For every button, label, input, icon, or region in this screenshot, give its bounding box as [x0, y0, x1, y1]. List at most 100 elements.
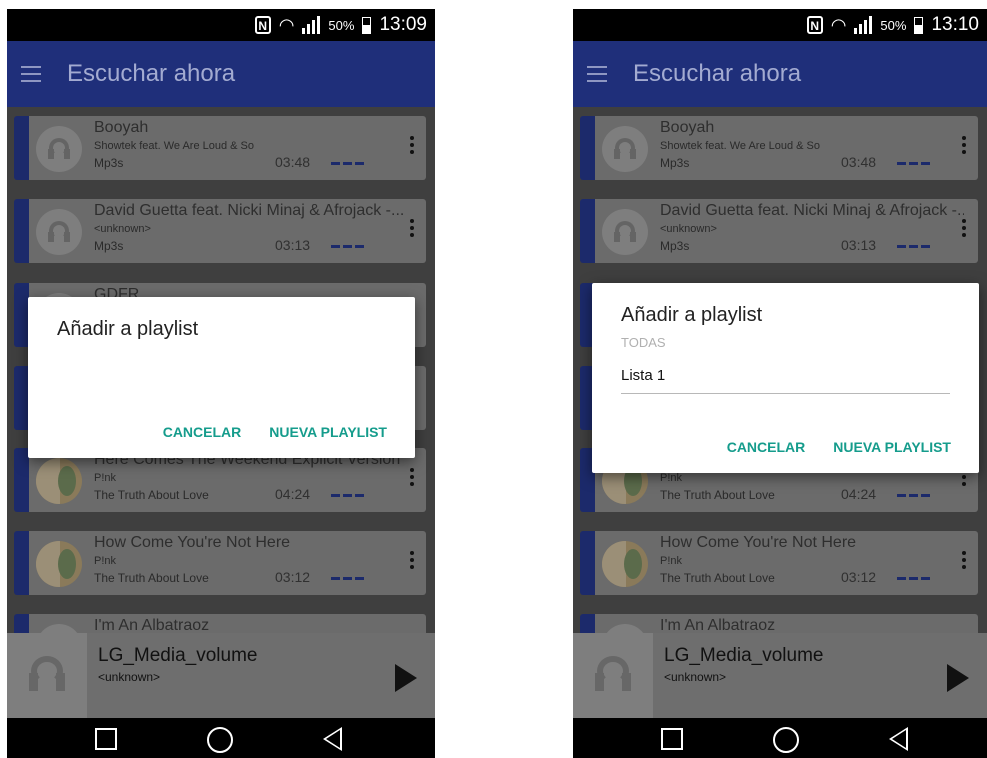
headphones-icon [36, 126, 82, 172]
track-title: How Come You're Not Here [660, 534, 857, 551]
new-playlist-button[interactable]: NUEVA PLAYLIST [833, 439, 951, 455]
now-playing-bar[interactable]: LG_Media_volume <unknown> [7, 633, 435, 718]
system-nav-bar [573, 718, 987, 758]
track-card[interactable]: How Come You're Not Here P!nk The Truth … [14, 531, 426, 595]
track-duration: 03:12 [841, 569, 877, 585]
clock: 13:09 [379, 14, 427, 35]
album-art [602, 541, 648, 587]
equalizer-icon [331, 494, 367, 497]
track-artist: Showtek feat. We Are Loud & So [660, 140, 821, 152]
track-duration: 03:48 [275, 154, 311, 170]
home-icon[interactable] [207, 727, 233, 753]
headphones-icon [7, 633, 87, 718]
play-icon[interactable] [395, 664, 417, 692]
track-artist: P!nk [94, 555, 117, 567]
section-label: TODAS [621, 335, 666, 350]
track-artist: P!nk [94, 472, 117, 484]
track-album: Mp3s [660, 239, 690, 253]
equalizer-icon [897, 245, 933, 248]
album-art [36, 458, 82, 504]
track-album: The Truth About Love [94, 488, 209, 502]
playlist-option[interactable]: Lista 1 [621, 367, 665, 384]
track-title: Booyah [660, 119, 715, 136]
now-playing-artist: <unknown> [98, 670, 161, 684]
track-card[interactable]: How Come You're Not Here P!nk The Truth … [580, 531, 978, 595]
now-playing-title: LG_Media_volume [664, 645, 824, 666]
dialog-actions: CANCELAR NUEVA PLAYLIST [727, 439, 951, 455]
track-album: The Truth About Love [94, 571, 209, 585]
track-artist: P!nk [660, 472, 683, 484]
more-options-icon[interactable] [410, 136, 414, 157]
cancel-button[interactable]: CANCELAR [163, 424, 242, 440]
dialog-title: Añadir a playlist [57, 318, 199, 340]
track-artist: P!nk [660, 555, 683, 567]
headphones-icon [573, 633, 653, 718]
signal-icon [854, 16, 873, 34]
more-options-icon[interactable] [410, 219, 414, 240]
equalizer-icon [897, 162, 933, 165]
now-playing-bar[interactable]: LG_Media_volume <unknown> [573, 633, 987, 718]
more-options-icon[interactable] [962, 551, 966, 572]
more-options-icon[interactable] [410, 468, 414, 489]
app-title: Escuchar ahora [633, 60, 802, 87]
track-card[interactable]: David Guetta feat. Nicki Minaj & Afrojac… [580, 199, 978, 263]
track-title: How Come You're Not Here [94, 534, 291, 551]
track-album: The Truth About Love [660, 571, 775, 585]
track-album: Mp3s [660, 156, 690, 170]
track-duration: 04:24 [841, 486, 877, 502]
track-card[interactable]: Booyah Showtek feat. We Are Loud & So Mp… [580, 116, 978, 180]
track-card[interactable]: David Guetta feat. Nicki Minaj & Afrojac… [14, 199, 426, 263]
track-title: David Guetta feat. Nicki Minaj & Afrojac… [94, 202, 405, 219]
equalizer-icon [897, 577, 933, 580]
status-bar: N ◠ 50% 13:10 [573, 9, 987, 41]
phone-screen-1: N ◠ 50% 13:09 Escuchar ahora Booyah Show… [7, 9, 435, 758]
more-options-icon[interactable] [410, 551, 414, 572]
track-duration: 03:48 [841, 154, 877, 170]
wifi-icon: ◠ [278, 15, 295, 35]
equalizer-icon [331, 162, 367, 165]
back-icon[interactable] [323, 727, 342, 751]
track-artist: Showtek feat. We Are Loud & So [94, 140, 255, 152]
battery-percent: 50% [328, 17, 355, 33]
now-playing-artist: <unknown> [664, 670, 727, 684]
equalizer-icon [897, 494, 933, 497]
add-to-playlist-dialog: Añadir a playlist TODAS Lista 1 CANCELAR… [592, 283, 979, 473]
battery-percent: 50% [880, 17, 907, 33]
play-icon[interactable] [947, 664, 969, 692]
hamburger-menu-icon[interactable] [21, 61, 41, 87]
back-icon[interactable] [889, 727, 908, 751]
track-title: Booyah [94, 119, 149, 136]
track-duration: 03:13 [275, 237, 311, 253]
app-bar: Escuchar ahora [7, 41, 435, 107]
signal-icon [302, 16, 321, 34]
app-title: Escuchar ahora [67, 60, 236, 87]
more-options-icon[interactable] [962, 136, 966, 157]
new-playlist-button[interactable]: NUEVA PLAYLIST [269, 424, 387, 440]
track-album: Mp3s [94, 156, 124, 170]
dialog-title: Añadir a playlist [621, 304, 763, 326]
track-title: David Guetta feat. Nicki Minaj & Afrojac… [660, 202, 964, 219]
clock: 13:10 [931, 14, 979, 35]
recent-apps-icon[interactable] [95, 728, 117, 750]
track-artist: <unknown> [94, 223, 151, 235]
equalizer-icon [331, 577, 367, 580]
battery-icon [914, 16, 924, 34]
more-options-icon[interactable] [962, 219, 966, 240]
wifi-icon: ◠ [830, 15, 847, 35]
track-card[interactable]: Booyah Showtek feat. We Are Loud & So Mp… [14, 116, 426, 180]
add-to-playlist-dialog: Añadir a playlist CANCELAR NUEVA PLAYLIS… [28, 297, 415, 458]
track-artist: <unknown> [660, 223, 717, 235]
equalizer-icon [331, 245, 367, 248]
recent-apps-icon[interactable] [661, 728, 683, 750]
status-bar: N ◠ 50% 13:09 [7, 9, 435, 41]
now-playing-title: LG_Media_volume [98, 645, 258, 666]
system-nav-bar [7, 718, 435, 758]
track-duration: 03:13 [841, 237, 877, 253]
track-duration: 03:12 [275, 569, 311, 585]
cancel-button[interactable]: CANCELAR [727, 439, 806, 455]
hamburger-menu-icon[interactable] [587, 61, 607, 87]
track-duration: 04:24 [275, 486, 311, 502]
home-icon[interactable] [773, 727, 799, 753]
album-art [36, 541, 82, 587]
headphones-icon [36, 209, 82, 255]
